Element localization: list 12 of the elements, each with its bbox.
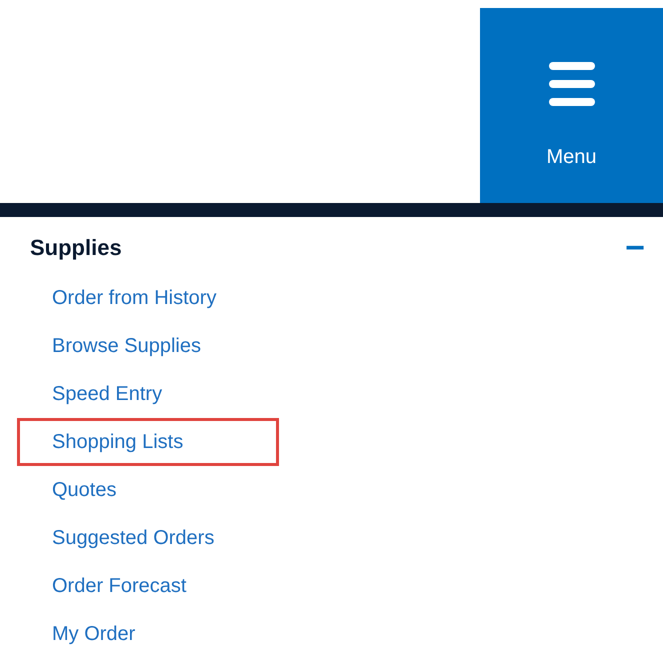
section-title: Supplies (30, 235, 122, 261)
menu-link[interactable]: Order from History (17, 274, 279, 322)
menu-link[interactable]: Order Forecast (17, 562, 279, 610)
menu-button[interactable]: Menu (480, 8, 663, 203)
menu-link[interactable]: Suggested Orders (17, 514, 279, 562)
menu-link[interactable]: Speed Entry (17, 370, 279, 418)
menu-link[interactable]: Shopping Lists (17, 418, 279, 466)
menu-icon (548, 62, 594, 106)
menu-link[interactable]: Quotes (17, 466, 279, 514)
menu-link[interactable]: Browse Supplies (17, 322, 279, 370)
collapse-toggle[interactable]: − (625, 233, 645, 263)
menu-link[interactable]: My Order (17, 610, 279, 648)
